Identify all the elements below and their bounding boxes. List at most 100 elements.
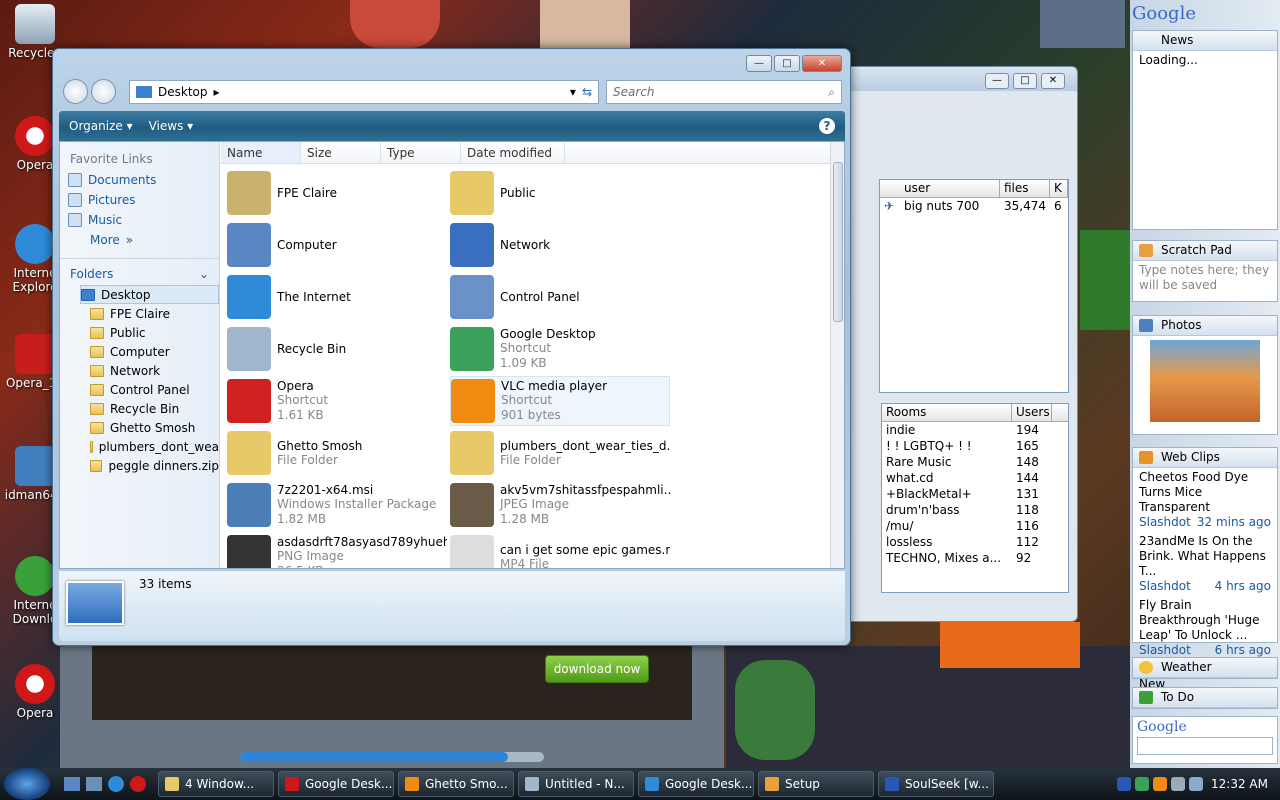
network-icon[interactable] [1189,777,1204,791]
file-item[interactable]: plumbers_dont_wear_ties_d... File Folder [450,428,670,478]
taskbar-button[interactable]: Google Desk... [278,771,394,797]
folder-tree-item[interactable]: FPE Claire [80,304,219,323]
folder-tree-item[interactable]: Computer [80,342,219,361]
web-clip-title[interactable]: Fly Brain Breakthrough 'Huge Leap' To Un… [1139,598,1271,643]
room-row[interactable]: +BlackMetal+ 131 [882,486,1068,502]
file-item[interactable]: 7z2201-x64.msi Windows Installer Package 1… [227,480,447,530]
folder-tree-item[interactable]: peggle dinners.zip [80,456,219,475]
folder-tree-item[interactable]: Public [80,323,219,342]
web-clip-title[interactable]: 23andMe Is On the Brink. What Happens T.… [1139,534,1271,579]
photos-gadget[interactable]: Photos [1132,315,1278,435]
column-name[interactable]: Name [221,142,301,163]
users-list[interactable]: user files K ✈ big nuts 700 35,474 6 [879,179,1069,393]
soulseek-tray-icon[interactable] [1117,777,1132,791]
column-user[interactable]: user [900,180,1000,197]
taskbar-button[interactable]: Untitled - N... [518,771,634,797]
folder-tree-item[interactable]: Ghetto Smosh [80,418,219,437]
folder-tree-item[interactable]: plumbers_dont_wea [80,437,219,456]
web-clip-title[interactable]: Cheetos Food Dye Turns Mice Transparent [1139,470,1271,515]
taskbar-button[interactable]: 4 Window... [158,771,274,797]
scroll-thumb[interactable] [833,162,843,322]
room-row[interactable]: /mu/116 [882,518,1068,534]
scratch-pad-header[interactable]: Scratch Pad [1133,241,1277,261]
column-users[interactable]: Users [1012,404,1052,421]
soulseek-titlebar[interactable] [821,67,1077,91]
weather-header[interactable]: Weather [1133,658,1277,678]
back-button[interactable] [63,79,88,104]
room-row[interactable]: drum'n'bass 118 [882,502,1068,518]
show-desktop-icon[interactable] [64,777,80,791]
maximize-button[interactable]: □ [774,55,800,72]
rooms-list[interactable]: Rooms Users indie 194! ! LGBTQ+ ! ! 165 Rar… [881,403,1069,593]
google-search-gadget[interactable]: Google [1132,716,1278,764]
news-gadget[interactable]: News Loading... [1132,30,1278,230]
favorite-pictures[interactable]: Pictures [60,190,219,210]
refresh-icon[interactable]: ⇆ [582,85,592,99]
forward-button[interactable] [91,79,116,104]
file-item[interactable]: Public [450,168,670,218]
opera-quick-icon[interactable] [130,776,146,792]
minimize-button[interactable]: — [746,55,772,72]
file-item[interactable]: Recycle Bin [227,324,447,374]
taskbar-button[interactable]: SoulSeek [w... [878,771,994,797]
room-row[interactable]: lossless 112 [882,534,1068,550]
room-row[interactable]: indie 194 [882,422,1068,438]
file-item[interactable]: Opera Shortcut 1.61 KB [227,376,447,426]
download-now-button[interactable]: download now [545,655,649,683]
sidebar-search-input[interactable] [1137,737,1273,755]
file-item[interactable]: asdasdrft78asyasd789yhueh...PNG Image26.… [227,532,447,568]
column-k[interactable]: K [1050,180,1068,197]
explorer-window[interactable]: — □ ✕ Desktop ▸ ▾ ⇆ Search ⌕ Organize ▾ … [52,48,851,646]
photo-image[interactable] [1150,340,1260,422]
soulseek-window[interactable]: — □ ✕ user files K ✈ big nuts 700 35,474… [820,66,1078,622]
search-input[interactable]: Search ⌕ [606,80,842,104]
vertical-scrollbar[interactable] [830,142,844,568]
close-button[interactable]: ✕ [802,55,842,72]
web-clip[interactable]: Cheetos Food Dye Turns Mice Transparent S… [1133,468,1277,532]
minimize-button[interactable]: — [985,73,1009,89]
chevron-down-icon[interactable]: ▾ [570,85,576,99]
file-item[interactable]: Control Panel [450,272,670,322]
web-clip[interactable]: Fly Brain Breakthrough 'Huge Leap' To Un… [1133,596,1277,660]
file-item[interactable]: The Internet [227,272,447,322]
folder-tree-item[interactable]: Recycle Bin [80,399,219,418]
file-item[interactable]: Computer [227,220,447,270]
folder-tree-item[interactable]: Desktop [80,285,219,304]
user-row[interactable]: ✈ big nuts 700 35,474 6 [880,198,1068,214]
file-item[interactable]: akv5vm7shitassfpespahmli... JPEG Image 1.2… [450,480,670,530]
folder-tree-item[interactable]: Network [80,361,219,380]
web-clips-header[interactable]: Web Clips [1133,448,1277,468]
taskbar-button[interactable]: Ghetto Smo... [398,771,514,797]
organize-button[interactable]: Organize ▾ [69,119,133,133]
switch-windows-icon[interactable] [86,777,102,791]
news-header[interactable]: News [1133,31,1277,51]
scratch-pad-gadget[interactable]: Scratch Pad Type notes here; they will b… [1132,240,1278,302]
todo-header[interactable]: To Do [1133,688,1277,708]
favorite-more[interactable]: More » [60,230,219,250]
taskbar-button[interactable]: Google Desk... [638,771,754,797]
photos-header[interactable]: Photos [1133,316,1277,336]
views-button[interactable]: Views ▾ [149,119,194,133]
column-type[interactable]: Type [381,142,461,163]
column-date-modified[interactable]: Date modified [461,142,565,163]
search-icon[interactable]: ⌕ [828,85,835,100]
todo-gadget[interactable]: To Do [1132,687,1278,709]
start-button[interactable] [4,768,50,800]
weather-gadget[interactable]: Weather [1132,657,1278,679]
google-tray-icon[interactable] [1135,777,1150,791]
file-item[interactable]: FPE Claire [227,168,447,218]
speaker-icon[interactable] [1171,777,1186,791]
file-item[interactable]: can i get some epic games.mp4MP4 File [450,532,670,568]
favorite-music[interactable]: Music [60,210,219,230]
address-bar[interactable]: Desktop ▸ ▾ ⇆ [129,80,599,104]
room-row[interactable]: ! ! LGBTQ+ ! ! 165 [882,438,1068,454]
web-clip[interactable]: 23andMe Is On the Brink. What Happens T.… [1133,532,1277,596]
internet-explorer-quick-icon[interactable] [108,776,124,792]
room-row[interactable]: Rare Music 148 [882,454,1068,470]
file-item[interactable]: VLC media player Shortcut 901 bytes [450,376,670,426]
column-files[interactable]: files [1000,180,1050,197]
folder-tree-item[interactable]: Control Panel [80,380,219,399]
room-row[interactable]: TECHNO, Mixes a... 92 [882,550,1068,566]
file-item[interactable]: Ghetto Smosh File Folder [227,428,447,478]
favorite-documents[interactable]: Documents [60,170,219,190]
